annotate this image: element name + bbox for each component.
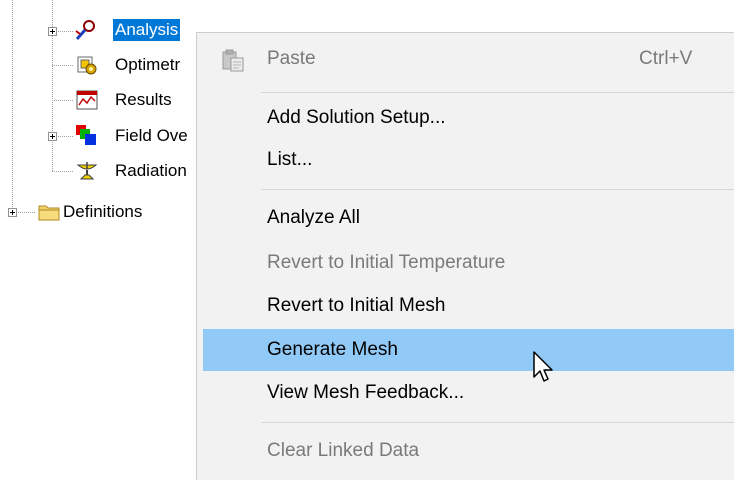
mouse-cursor-icon <box>533 351 553 382</box>
menu-item-add-solution-setup[interactable]: Add Solution Setup... <box>203 97 734 139</box>
menu-item-label: Paste <box>267 48 316 69</box>
tree-item-field-overlays[interactable]: Field Ove <box>115 125 188 147</box>
tree-item-optimetrics[interactable]: Optimetr <box>115 54 180 76</box>
tree-expand-button[interactable] <box>48 27 57 36</box>
menu-item-revert-initial-temperature[interactable]: Revert to Initial Temperature <box>203 242 734 284</box>
tree-connector-line <box>52 171 74 172</box>
menu-item-label: Generate Mesh <box>267 339 398 360</box>
menu-item-paste[interactable]: Paste Ctrl+V <box>203 38 734 80</box>
menu-separator <box>261 422 734 423</box>
radiation-icon <box>76 162 98 180</box>
menu-item-revert-initial-mesh[interactable]: Revert to Initial Mesh <box>203 285 734 327</box>
context-menu: Paste Ctrl+V Add Solution Setup... List.… <box>196 32 734 480</box>
menu-separator <box>261 92 734 93</box>
menu-item-label: List... <box>267 149 313 170</box>
menu-item-label: Revert to Initial Temperature <box>267 252 506 273</box>
tree-expand-button[interactable] <box>48 132 57 141</box>
results-icon <box>76 90 98 110</box>
menu-item-label: Add Solution Setup... <box>267 107 446 128</box>
menu-item-label: Analyze All <box>267 207 360 228</box>
paste-icon <box>222 49 244 72</box>
tree-connector-line <box>52 65 74 66</box>
menu-item-clear-linked-data[interactable]: Clear Linked Data <box>203 430 734 472</box>
folder-icon <box>38 205 60 221</box>
menu-item-label: Clear Linked Data <box>267 440 420 461</box>
menu-item-list[interactable]: List... <box>203 139 734 181</box>
tree-item-results[interactable]: Results <box>115 89 172 111</box>
tree-expand-button[interactable] <box>8 208 17 217</box>
field-overlays-icon <box>76 125 96 145</box>
analysis-icon <box>75 20 95 40</box>
tree-connector-line <box>52 100 74 101</box>
tree-item-analysis[interactable]: Analysis <box>111 18 182 42</box>
tree-connector-line <box>12 0 13 212</box>
menu-separator <box>261 189 734 190</box>
menu-item-label: View Mesh Feedback... <box>267 382 465 403</box>
menu-item-shortcut: Ctrl+V <box>639 48 693 69</box>
optimetrics-icon <box>77 56 97 75</box>
menu-item-view-mesh-feedback[interactable]: View Mesh Feedback... <box>203 372 734 414</box>
menu-item-generate-mesh[interactable]: Generate Mesh <box>203 329 734 371</box>
menu-item-analyze-all[interactable]: Analyze All <box>203 197 734 239</box>
tree-connector-line <box>52 0 53 172</box>
menu-item-label: Revert to Initial Mesh <box>267 295 446 316</box>
tree-item-definitions[interactable]: Definitions <box>63 201 142 223</box>
project-tree: Analysis Optimetr Results Field Ove Radi… <box>0 0 210 240</box>
tree-item-radiation[interactable]: Radiation <box>115 160 187 182</box>
